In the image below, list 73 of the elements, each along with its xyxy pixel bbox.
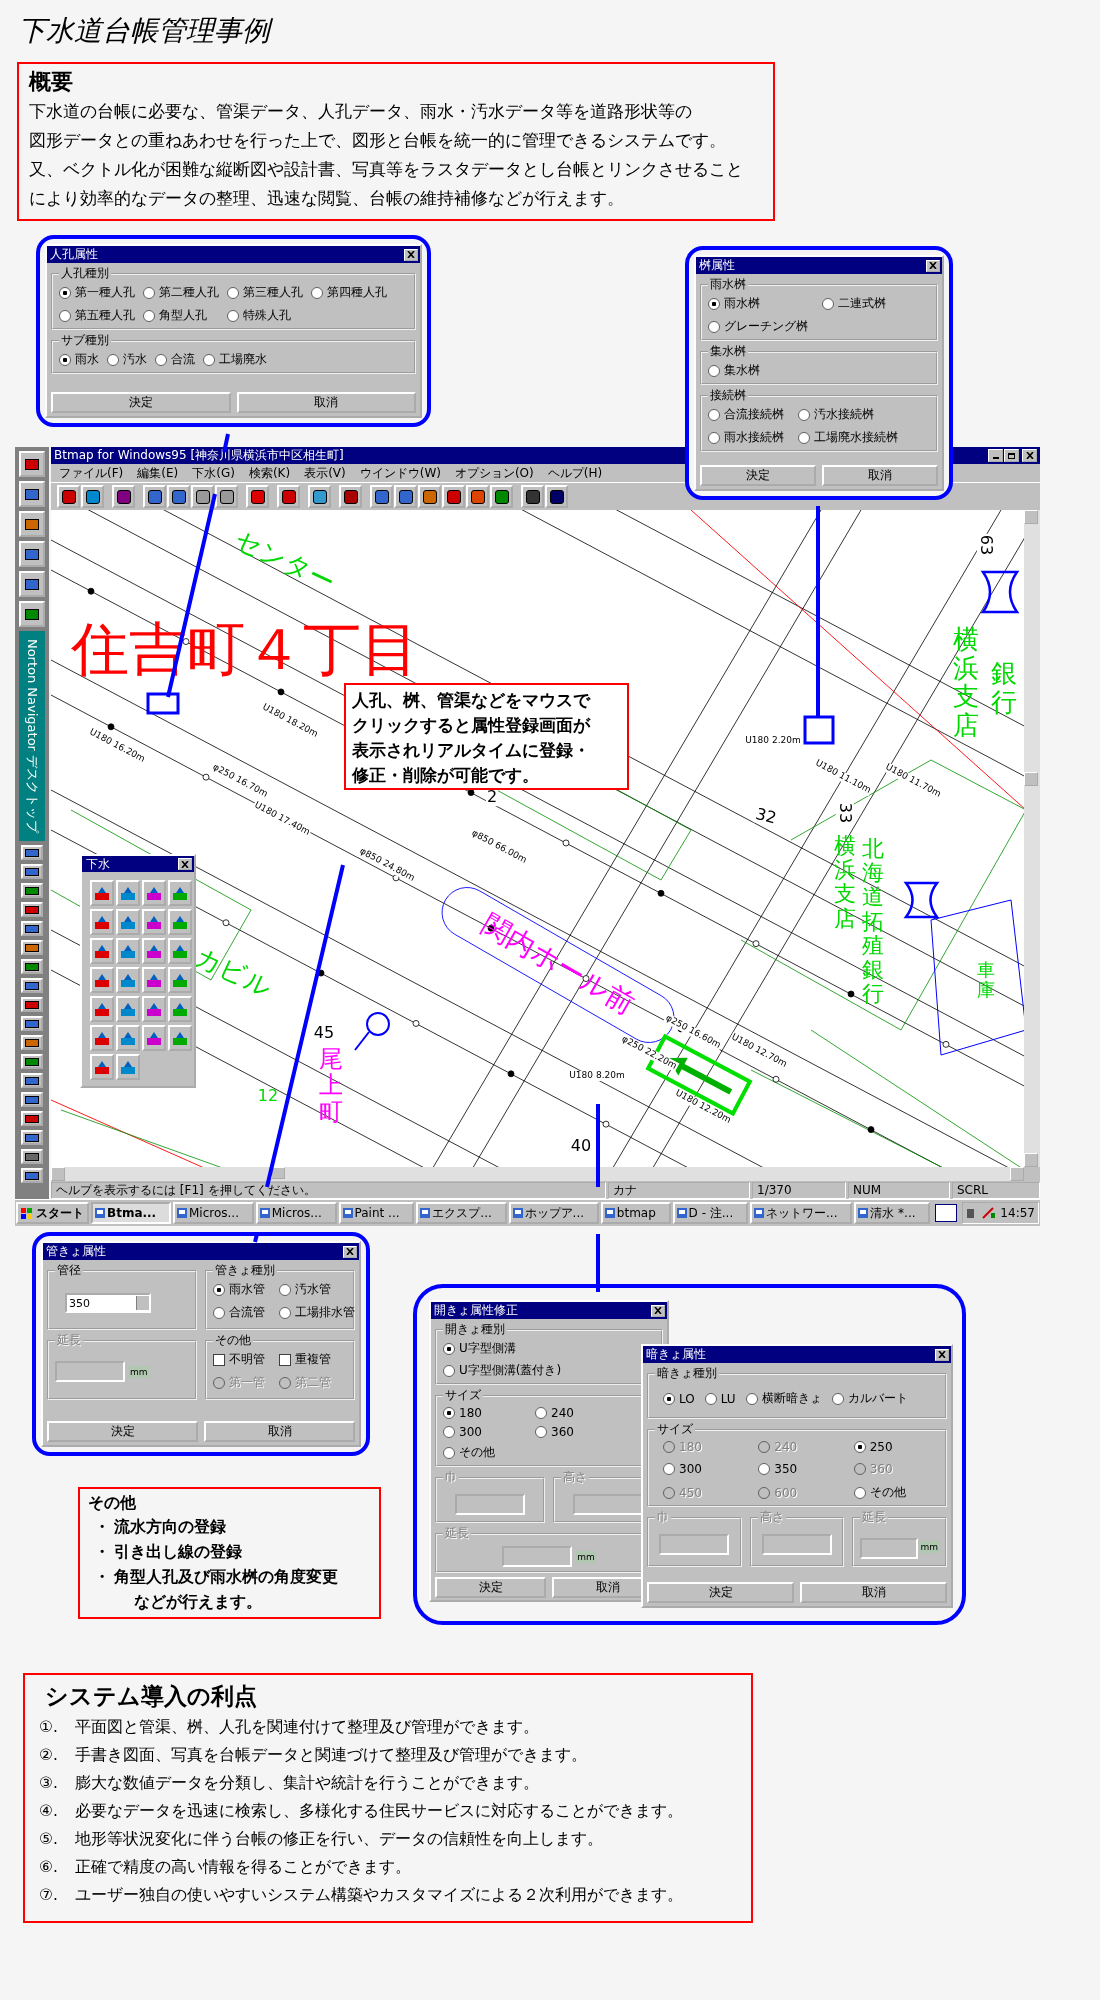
group-label: サイズ (656, 1421, 694, 1438)
benefit-item: 平面図と管渠、桝、人孔を関連付けて整理及び管理ができます。 (75, 1717, 539, 1738)
benefit-item: 必要なデータを迅速に検索し、多様化する住民サービスに対応することができます。 (75, 1801, 683, 1822)
benefit-item: 膨大な数値データを分類し、集計や統計を行うことができます。 (75, 1773, 539, 1794)
group-label: 開きょ種別 (444, 1321, 506, 1338)
pipe-label: U180 8.20m (568, 1071, 626, 1081)
station-label: 関内ホール前 (476, 909, 640, 1021)
bullet: ・ (94, 1567, 110, 1588)
status-field: 1/370 (752, 1182, 846, 1199)
group-label: その他 (214, 1332, 252, 1349)
item-number: ⑥. (39, 1857, 59, 1878)
benefit-item: ユーザー独自の使いやすいシステム構築やカスタマイズによる２次利用ができます。 (75, 1885, 683, 1906)
group-label: 管径 (56, 1262, 82, 1279)
dialog-title: 人孔属性 (50, 246, 98, 263)
item-number: ④. (39, 1801, 59, 1822)
note-item: などが行えます。 (133, 1592, 263, 1613)
group-label: 高さ (562, 1469, 588, 1486)
group-label: 人孔種別 (60, 265, 110, 282)
unit-label: mm (576, 1550, 596, 1563)
status-field: ヘルプを表示するには [F1] を押してください。 (51, 1182, 606, 1199)
overview-text: 下水道の台帳に必要な、管渠データ、人孔データ、雨水・汚水データ等を道路形状等の 図形データとの重ねあわせを行った上で、図形と台帳を統一的に管理できるシステムです。 又、ベクトル化が困難な縦断図や設計書、写真等をラスタデータとし台帳とリンクさせること により効率的なデータの整理、迅速な閲覧、台帳の維持補修などが行えます。 (29, 101, 744, 210)
benefit-item: 正確で精度の高い情報を得ることができます。 (75, 1857, 411, 1878)
group-label: 延長 (444, 1525, 470, 1542)
group-label: サブ種別 (60, 332, 110, 349)
group-label: 管きょ種別 (214, 1262, 276, 1279)
status-field: SCRL (952, 1182, 1040, 1199)
clock: 14:57 (1000, 1206, 1035, 1220)
benefit-item: 手書き図面、写真を台帳データと関連づけて整理及び管理ができます。 (75, 1745, 587, 1766)
note-item: 流水方向の登録 (114, 1517, 226, 1538)
group-label: サイズ (444, 1387, 482, 1404)
building-label: 北海道拓殖銀行 (862, 837, 884, 1007)
group-label: 高さ (758, 1509, 785, 1526)
bullet: ・ (94, 1517, 110, 1538)
benefit-item: 地形等状況変化に伴う台帳の修正を行い、データの信頼性を向上します。 (75, 1829, 603, 1850)
unit-label: mm (919, 1540, 939, 1553)
building-label: 12 (257, 1087, 279, 1105)
group-label: 暗きょ種別 (656, 1365, 718, 1382)
group-label: 雨水桝 (709, 276, 747, 293)
combobox-value: 350 (69, 1296, 90, 1310)
benefits-heading: システム導入の利点 (44, 1682, 258, 1711)
pipe-label: U180 2.20m (744, 736, 802, 746)
group-label: 集水桝 (709, 343, 747, 360)
overview-heading: 概要 (29, 68, 74, 96)
group-label: 延長 (56, 1332, 82, 1349)
dialog-title: 開きょ属性修正 (434, 1302, 518, 1319)
item-number: ⑦. (39, 1885, 59, 1906)
building-label: 銀行 (991, 659, 1017, 717)
item-number: ①. (39, 1717, 59, 1738)
dialog-title: 管きょ属性 (46, 1243, 106, 1260)
group-label: 接続桝 (709, 387, 747, 404)
lot-number: 63 (977, 533, 995, 557)
page-title: 下水道台帳管理事例 (0, 0, 1100, 50)
item-number: ③. (39, 1773, 59, 1794)
dialog-title: 桝属性 (699, 257, 735, 274)
item-number: ②. (39, 1745, 59, 1766)
palette-title: 下水 (86, 855, 110, 873)
building-label: 車庫 (977, 960, 995, 1000)
building-label: カビル (190, 941, 276, 1003)
status-field: NUM (848, 1182, 950, 1199)
dialog-title: 暗きょ属性 (646, 1346, 706, 1363)
bullet: ・ (94, 1542, 110, 1563)
group-label: 延長 (861, 1509, 888, 1526)
navigator-label: Norton Navigator デスクトップ (24, 638, 41, 834)
note-item: 引き出し線の登録 (114, 1542, 242, 1563)
unit-label: mm (129, 1365, 149, 1378)
callout-note: 人孔、桝、管渠などをマウスで クリックすると属性登録画面が 表示されリアルタイムに登録・ 修正・削除が可能です。 (344, 683, 629, 790)
building-label: センター (230, 525, 340, 597)
item-number: ⑤. (39, 1829, 59, 1850)
notes-heading: その他 (88, 1492, 137, 1514)
status-field: カナ (608, 1182, 750, 1199)
lot-number: 33 (836, 801, 854, 825)
station-label: 尾上町 (319, 1046, 343, 1126)
note-item: 角型人孔及び雨水桝の角度変更 (114, 1567, 338, 1588)
